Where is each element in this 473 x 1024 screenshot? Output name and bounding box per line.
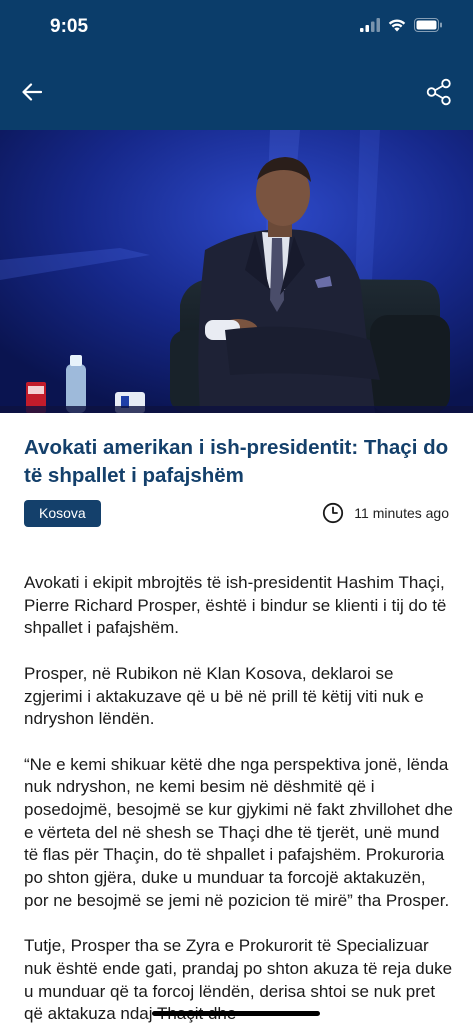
article-paragraph: “Ne e kemi shikuar këtë dhe nga perspekt… — [24, 754, 453, 910]
article-paragraph: Prosper, në Rubikon në Klan Kosova, dekl… — [24, 663, 424, 729]
battery-icon — [414, 18, 442, 32]
article-meta: Kosova 11 minutes ago — [24, 500, 449, 528]
share-icon — [426, 78, 451, 106]
category-badge[interactable]: Kosova — [24, 500, 101, 527]
status-icons — [360, 18, 443, 32]
article-hero-image — [0, 130, 473, 413]
time-ago: 11 minutes ago — [354, 505, 449, 521]
wifi-icon — [388, 19, 406, 32]
status-time: 9:05 — [50, 16, 89, 37]
share-button[interactable] — [421, 74, 457, 110]
home-indicator[interactable] — [152, 1011, 320, 1016]
article-body: Avokati i ekipit mbrojtës të ish-preside… — [24, 572, 454, 1024]
arrow-left-icon — [22, 83, 42, 101]
app-bar — [0, 56, 473, 130]
article-title: Avokati amerikan i ish-presidentit: Thaç… — [24, 436, 449, 487]
clock-icon — [323, 502, 344, 524]
publish-time: 11 minutes ago — [322, 502, 449, 524]
signal-icon — [360, 18, 380, 32]
article-paragraph: Avokati i ekipit mbrojtës të ish-preside… — [24, 573, 447, 638]
status-bar: 9:05 — [0, 0, 473, 56]
back-button[interactable] — [14, 76, 50, 108]
